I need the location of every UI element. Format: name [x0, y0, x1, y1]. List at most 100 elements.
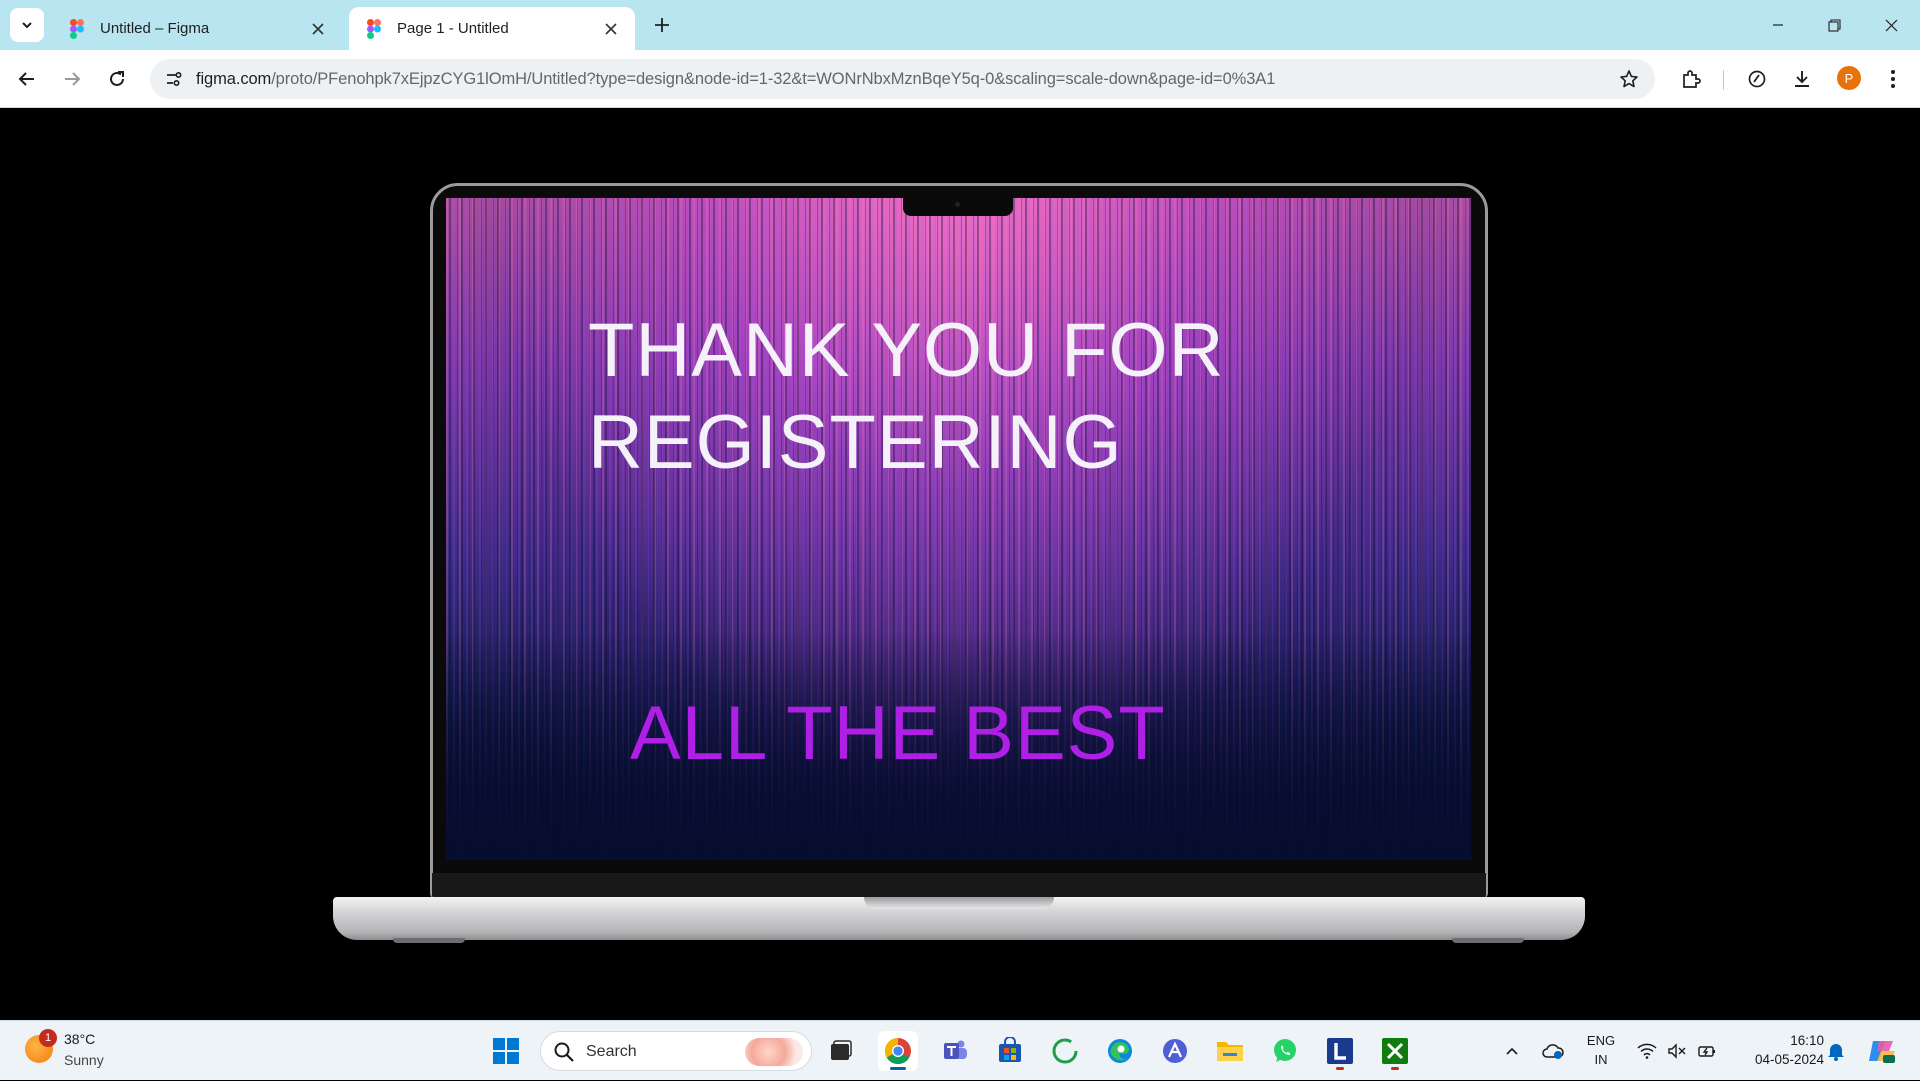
extensions-button[interactable]: [1675, 63, 1707, 95]
language-indicator[interactable]: ENG IN: [1583, 1031, 1619, 1069]
toolbar-separator: [1723, 70, 1724, 90]
language-code: ENG: [1586, 1033, 1616, 1048]
downloads-button[interactable]: [1786, 63, 1818, 95]
laptop-groove: [864, 897, 1054, 909]
url-text: figma.com/proto/PFenohpk7xEjpzCYG1lOmH/U…: [196, 70, 1275, 89]
weather-temp: 38°C: [64, 1031, 96, 1047]
url-path: /proto/PFenohpk7xEjpzCYG1lOmH/Untitled?t…: [271, 70, 1276, 88]
laptop-foot-left: [393, 938, 465, 943]
figma-icon: [70, 18, 84, 39]
heading-line-1: THANK YOU FOR: [588, 308, 1225, 393]
plus-icon: [655, 18, 669, 32]
speedometer-icon: [1748, 70, 1766, 88]
arrow-right-icon: [65, 72, 81, 86]
teams-icon: [944, 1040, 967, 1059]
circle-app[interactable]: [1045, 1031, 1085, 1071]
copilot-icon: [1869, 1041, 1895, 1063]
reload-button[interactable]: [101, 63, 133, 95]
more-vertical-icon: [1891, 70, 1895, 88]
battery-status[interactable]: [1694, 1021, 1720, 1081]
weather-condition: Sunny: [64, 1052, 104, 1068]
tab-strip: Untitled – Figma Page 1 - Untitled: [0, 0, 1920, 50]
clock-time: 16:10: [1790, 1033, 1824, 1048]
close-tab-icon[interactable]: [601, 19, 621, 39]
windows-icon: [493, 1038, 519, 1064]
browser-toolbar: figma.com/proto/PFenohpk7xEjpzCYG1lOmH/U…: [0, 50, 1920, 108]
arc-app[interactable]: [1155, 1031, 1195, 1071]
address-bar[interactable]: figma.com/proto/PFenohpk7xEjpzCYG1lOmH/U…: [150, 59, 1655, 99]
xbox-icon: [1382, 1038, 1408, 1064]
volume-status[interactable]: [1664, 1021, 1690, 1081]
search-icon: [554, 1042, 574, 1062]
language-region: IN: [1594, 1052, 1608, 1067]
onedrive-tray-button[interactable]: [1538, 1021, 1568, 1081]
tab-untitled-figma[interactable]: Untitled – Figma: [52, 7, 342, 50]
minimize-icon: [1773, 24, 1783, 26]
chevron-up-icon: [1506, 1047, 1518, 1055]
taskbar-search[interactable]: Search: [540, 1031, 812, 1071]
forward-button[interactable]: [56, 63, 88, 95]
wifi-status[interactable]: [1634, 1021, 1660, 1081]
close-window-button[interactable]: [1863, 0, 1919, 50]
close-tab-icon[interactable]: [308, 19, 328, 39]
profile-avatar[interactable]: P: [1837, 66, 1861, 90]
minimize-button[interactable]: [1750, 0, 1806, 50]
windows-taskbar: 1 38°C Sunny Search ENG IN 16:10 04-05-2…: [0, 1020, 1920, 1080]
task-view-icon: [831, 1040, 852, 1060]
tab-title: Untitled – Figma: [100, 20, 210, 37]
file-explorer-app[interactable]: [1210, 1031, 1250, 1071]
refresh-circle-icon: [1052, 1038, 1078, 1064]
store-app[interactable]: [990, 1031, 1030, 1071]
download-icon: [1795, 71, 1809, 87]
reload-icon: [110, 71, 124, 86]
url-host: figma.com: [196, 70, 272, 88]
tab-search-button[interactable]: [10, 8, 44, 42]
xbox-app[interactable]: [1375, 1031, 1415, 1071]
whatsapp-icon: [1274, 1039, 1296, 1062]
system-clock[interactable]: 16:10 04-05-2024: [1728, 1031, 1824, 1069]
performance-button[interactable]: [1741, 63, 1773, 95]
search-label: Search: [586, 1043, 637, 1060]
whatsapp-app[interactable]: [1265, 1031, 1305, 1071]
store-icon: [999, 1037, 1021, 1062]
search-highlight-image: [745, 1038, 803, 1066]
clock-date: 04-05-2024: [1754, 1052, 1824, 1067]
star-icon: [1620, 70, 1638, 88]
tab-title: Page 1 - Untitled: [397, 20, 509, 37]
chevron-down-icon: [22, 22, 32, 29]
arrow-left-icon: [18, 72, 34, 86]
show-hidden-icons-button[interactable]: [1500, 1021, 1524, 1081]
edge-icon: [1108, 1039, 1132, 1063]
menu-button[interactable]: [1877, 63, 1909, 95]
running-indicator: [1336, 1067, 1344, 1070]
restore-button[interactable]: [1806, 0, 1862, 50]
teams-app[interactable]: [935, 1031, 975, 1071]
chrome-app[interactable]: [878, 1031, 918, 1071]
notification-badge: 1: [39, 1029, 57, 1047]
tab-page-1-untitled[interactable]: Page 1 - Untitled: [349, 7, 635, 50]
close-icon: [1885, 19, 1897, 31]
laptop-foot-right: [1452, 938, 1524, 943]
figma-icon: [367, 18, 381, 39]
new-tab-button[interactable]: [648, 11, 676, 39]
task-view-button[interactable]: [821, 1031, 861, 1071]
start-button[interactable]: [486, 1031, 526, 1071]
edge-app[interactable]: [1100, 1031, 1140, 1071]
site-settings-icon[interactable]: [160, 65, 188, 93]
l-app[interactable]: [1320, 1031, 1360, 1071]
back-button[interactable]: [11, 63, 43, 95]
bookmark-star-button[interactable]: [1617, 67, 1641, 91]
heading-line-2: REGISTERING: [588, 400, 1123, 485]
arc-icon: [1163, 1039, 1187, 1063]
folder-icon: [1217, 1042, 1243, 1061]
copilot-button[interactable]: [1864, 1021, 1900, 1081]
wifi-icon: [1637, 1043, 1657, 1059]
volume-muted-icon: [1668, 1043, 1686, 1059]
all-the-best-text: ALL THE BEST: [630, 691, 1166, 776]
l-letter-icon: [1327, 1038, 1353, 1064]
notifications-button[interactable]: [1822, 1021, 1850, 1081]
battery-charging-icon: [1698, 1046, 1715, 1057]
chrome-icon: [884, 1037, 911, 1065]
bell-icon: [1828, 1044, 1844, 1061]
laptop-chin: [432, 873, 1486, 899]
